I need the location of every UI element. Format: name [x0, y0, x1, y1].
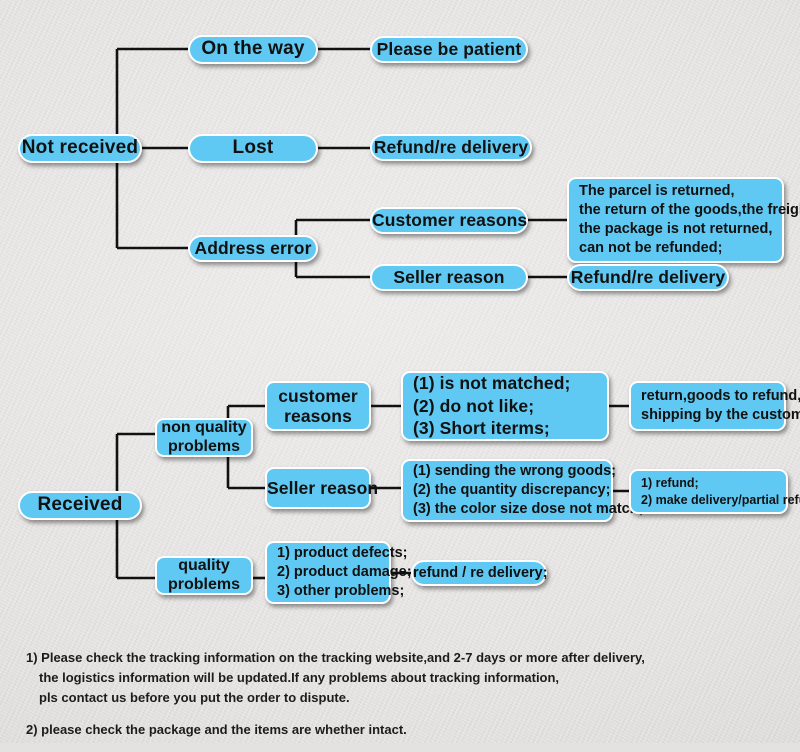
node-customer-reasons-outcome-text: return,goods to refund, shipping by the c…: [641, 388, 800, 423]
node-seller-reason-detail-text: (1) sending the wrong goods; (2) the quan…: [413, 463, 644, 517]
footer-note-1-line-2: the logistics information will be update…: [39, 670, 560, 685]
node-refund-re-delivery-lost[interactable]: Refund/re delivery: [370, 134, 532, 161]
node-on-the-way[interactable]: On the way: [188, 35, 318, 64]
node-seller-reason-outcome[interactable]: 1) refund;2) make delivery/partial refun…: [629, 469, 800, 514]
node-lost-label: Lost: [232, 137, 274, 159]
node-customer-reasons-address-label: Customer reasons: [372, 210, 528, 231]
node-on-the-way-label: On the way: [201, 38, 305, 60]
node-seller-reason-received-label: Seller reason: [267, 477, 379, 498]
footer-note-1-line-3: pls contact us before you put the order …: [39, 690, 350, 705]
footer-notes: 1) Please check the tracking information…: [26, 648, 766, 752]
node-customer-reasons-detail-text: (1) is not matched; (2) do not like; (3) S…: [413, 372, 571, 439]
footer-note-1: 1) Please check the tracking information…: [26, 648, 766, 708]
node-please-be-patient-label: Please be patient: [376, 39, 522, 60]
node-not-received[interactable]: Not received: [18, 134, 142, 163]
node-quality-problems-outcome-label: refund / re delivery;: [413, 564, 548, 581]
footer-note-1-line-1: 1) Please check the tracking information…: [26, 650, 645, 665]
node-address-error-label: Address error: [194, 238, 312, 259]
node-seller-reason-received[interactable]: Seller reason: [265, 467, 379, 509]
node-customer-reasons-received-label: customer reasons: [278, 385, 358, 426]
node-received[interactable]: Received: [18, 491, 142, 520]
node-refund-re-delivery-seller[interactable]: Refund/re delivery: [567, 264, 729, 291]
node-non-quality-problems-label: non quality problems: [161, 418, 247, 455]
node-non-quality-problems[interactable]: non quality problems: [155, 418, 253, 457]
node-customer-reasons-received[interactable]: customer reasons: [265, 381, 371, 431]
node-please-be-patient[interactable]: Please be patient: [370, 36, 528, 63]
node-quality-problems-label: quality problems: [167, 556, 240, 593]
node-seller-reason-address[interactable]: Seller reason: [370, 264, 528, 291]
node-quality-problems-detail-text: 1) product defects; 2) product damage; 3) …: [277, 545, 412, 599]
node-customer-reasons-detail[interactable]: (1) is not matched; (2) do not like; (3) S…: [401, 371, 609, 441]
footer-note-2: 2) please check the package and the item…: [26, 720, 766, 740]
node-refund-re-delivery-seller-label: Refund/re delivery: [570, 267, 726, 288]
node-received-label: Received: [37, 494, 123, 516]
node-parcel-returned-note[interactable]: The parcel is returned, the return of the…: [567, 177, 800, 263]
node-customer-reasons-address[interactable]: Customer reasons: [370, 207, 528, 234]
node-customer-reasons-outcome[interactable]: return,goods to refund, shipping by the c…: [629, 381, 800, 431]
node-quality-problems-detail[interactable]: 1) product defects; 2) product damage; 3) …: [265, 541, 412, 604]
node-seller-reason-outcome-text: 1) refund;2) make delivery/partial refun…: [641, 476, 800, 507]
footer-note-2-line-1: 2) please check the package and the item…: [26, 722, 407, 737]
node-address-error[interactable]: Address error: [188, 235, 318, 262]
node-quality-problems[interactable]: quality problems: [155, 556, 253, 595]
node-not-received-label: Not received: [21, 137, 139, 159]
node-seller-reason-detail[interactable]: (1) sending the wrong goods; (2) the quan…: [401, 459, 644, 522]
node-quality-problems-outcome[interactable]: refund / re delivery;: [411, 560, 548, 586]
node-parcel-returned-note-text: The parcel is returned, the return of the…: [579, 183, 800, 256]
node-lost[interactable]: Lost: [188, 134, 318, 163]
node-seller-reason-address-label: Seller reason: [393, 267, 505, 288]
node-refund-re-delivery-lost-label: Refund/re delivery: [373, 137, 529, 158]
